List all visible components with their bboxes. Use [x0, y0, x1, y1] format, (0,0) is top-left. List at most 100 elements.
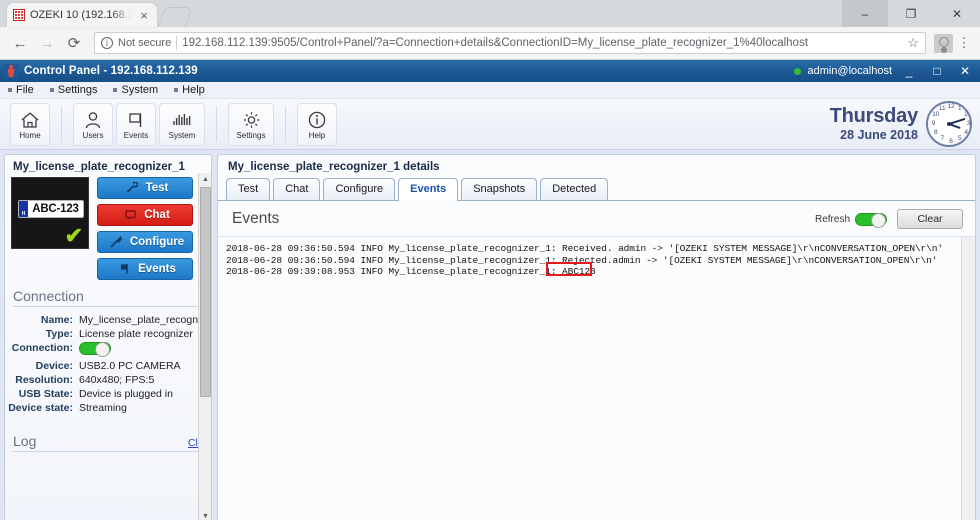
scroll-down-icon[interactable]: ▼	[199, 510, 212, 520]
toolbar-help-label: Help	[309, 132, 325, 140]
tab-snapshots[interactable]: Snapshots	[461, 178, 537, 200]
toolbar-system-label: System	[169, 132, 196, 140]
detail-row-device: Device: USB2.0 PC CAMERA	[5, 359, 205, 373]
sidebar-configure-button[interactable]: Configure	[97, 231, 193, 253]
checkmark-icon: ✔	[65, 225, 83, 247]
info-icon	[307, 109, 327, 131]
menu-file[interactable]: File	[8, 84, 34, 96]
menu-system-label: System	[121, 84, 158, 96]
back-icon[interactable]: ←	[8, 31, 32, 55]
connection-section-heading: Connection	[5, 280, 211, 306]
security-status: Not secure	[118, 37, 171, 49]
sidebar-configure-label: Configure	[130, 236, 184, 248]
toolbar-system-button[interactable]: System	[159, 103, 205, 146]
tab-label: Detected	[552, 183, 596, 195]
clock-numeral: 8	[931, 130, 941, 137]
browser-minimize-button[interactable]: –	[842, 0, 888, 27]
toolbar-home-label: Home	[19, 132, 40, 140]
app-minimize-button[interactable]: _	[898, 64, 920, 78]
browser-close-button[interactable]: ✕	[934, 0, 980, 27]
clock-numeral: 5	[955, 136, 965, 143]
new-tab-button[interactable]	[158, 7, 192, 27]
scrollbar-thumb[interactable]	[200, 187, 211, 397]
day-name: Thursday	[830, 105, 918, 127]
tab-test[interactable]: Test	[226, 178, 270, 200]
bullet-icon	[174, 88, 178, 92]
browser-menu-icon[interactable]: ⋮	[956, 35, 972, 51]
divider	[13, 306, 203, 307]
info-icon[interactable]: i	[101, 37, 113, 49]
connection-details-list: Name: My_license_plate_recogniz Type: Li…	[5, 311, 211, 415]
close-icon[interactable]: ×	[137, 9, 151, 22]
toolbar-help-button[interactable]: Help	[297, 103, 337, 146]
log-line: 2018-06-28 09:36:50.594 INFO My_license_…	[226, 243, 971, 255]
toolbar-events-button[interactable]: Events	[116, 103, 156, 146]
users-icon	[83, 109, 103, 131]
detail-value: License plate recognizer	[79, 328, 193, 340]
menu-system[interactable]: System	[113, 84, 158, 96]
logged-in-user[interactable]: admin@localhost	[807, 65, 892, 77]
scroll-up-icon[interactable]: ▲	[199, 173, 212, 186]
refresh-toggle[interactable]	[855, 213, 887, 226]
detail-value: 640x480; FPS:5	[79, 374, 154, 386]
events-log[interactable]: 2018-06-28 09:36:50.594 INFO My_license_…	[218, 237, 975, 520]
tab-label: Snapshots	[473, 183, 525, 195]
menu-help[interactable]: Help	[174, 84, 205, 96]
bullet-icon	[113, 88, 117, 92]
plate-snapshot[interactable]: H ABC-123 ✔	[11, 177, 89, 249]
detail-row-resolution: Resolution: 640x480; FPS:5	[5, 373, 205, 387]
tab-configure[interactable]: Configure	[323, 178, 395, 200]
browser-maximize-button[interactable]: ❐	[888, 0, 934, 27]
clock-numeral: 2	[961, 112, 971, 119]
analog-clock-icon: 121234567891011	[926, 101, 972, 147]
log-scrollbar[interactable]	[961, 237, 975, 520]
sidebar-chat-button[interactable]: Chat	[97, 204, 193, 226]
toolbar-settings-button[interactable]: Settings	[228, 103, 274, 146]
chat-icon	[124, 209, 137, 221]
ozeki-logo-icon	[4, 64, 18, 78]
tab-events[interactable]: Events	[398, 178, 458, 201]
toolbar-users-button[interactable]: Users	[73, 103, 113, 146]
clear-button[interactable]: Clear	[897, 209, 963, 229]
detail-key: Name:	[5, 314, 79, 326]
plate-number: ABC-123	[28, 203, 83, 215]
menu-settings[interactable]: Settings	[50, 84, 98, 96]
bullet-icon	[50, 88, 54, 92]
browser-tab[interactable]: OZEKI 10 (192.168.112.1 ×	[7, 3, 157, 27]
detail-key: USB State:	[5, 388, 79, 400]
flag-icon	[118, 263, 131, 275]
log-line: 2018-06-28 09:36:50.594 INFO My_license_…	[226, 255, 971, 267]
app-title: Control Panel - 192.168.112.139	[24, 65, 198, 77]
highlight-annotation-box	[546, 262, 592, 276]
bookmark-star-icon[interactable]: ☆	[907, 35, 919, 51]
connection-toggle[interactable]	[79, 342, 111, 355]
divider	[216, 106, 217, 142]
toolbar-home-button[interactable]: Home	[10, 103, 50, 146]
sidebar-chat-label: Chat	[144, 209, 170, 221]
clock-numeral: 10	[931, 112, 941, 119]
reload-icon[interactable]: ⟳	[62, 31, 86, 55]
sidebar-action-buttons: Test Chat Configure	[97, 177, 205, 280]
detail-value: My_license_plate_recogniz	[79, 314, 205, 326]
tab-detected[interactable]: Detected	[540, 178, 608, 200]
app-maximize-button[interactable]: □	[926, 64, 948, 78]
tab-chat[interactable]: Chat	[273, 178, 320, 200]
browser-tabstrip: OZEKI 10 (192.168.112.1 × – ❐ ✕	[0, 0, 980, 27]
license-plate-graphic: H ABC-123	[18, 200, 84, 218]
sidebar-events-button[interactable]: Events	[97, 258, 193, 280]
sidebar-test-button[interactable]: Test	[97, 177, 193, 199]
divider	[285, 106, 286, 142]
favicon-icon	[13, 9, 25, 21]
detail-key: Device:	[5, 360, 79, 372]
address-bar[interactable]: i Not secure 192.168.112.139:9505/Contro…	[94, 32, 926, 54]
sidebar-scrollbar[interactable]: ▲ ▼	[198, 173, 211, 520]
plate-country-code: H	[19, 201, 28, 217]
avatar[interactable]	[934, 34, 953, 53]
detail-key: Device state:	[5, 402, 79, 414]
sidebar-test-label: Test	[146, 182, 169, 194]
bullet-icon	[8, 88, 12, 92]
app-close-button[interactable]: ✕	[954, 64, 976, 78]
url-text: 192.168.112.139:9505/Control+Panel/?a=Co…	[182, 37, 902, 49]
details-tabs: Test Chat Configure Events Snapshots Det…	[218, 178, 975, 201]
browser-toolbar: ← → ⟳ i Not secure 192.168.112.139:9505/…	[0, 27, 980, 60]
